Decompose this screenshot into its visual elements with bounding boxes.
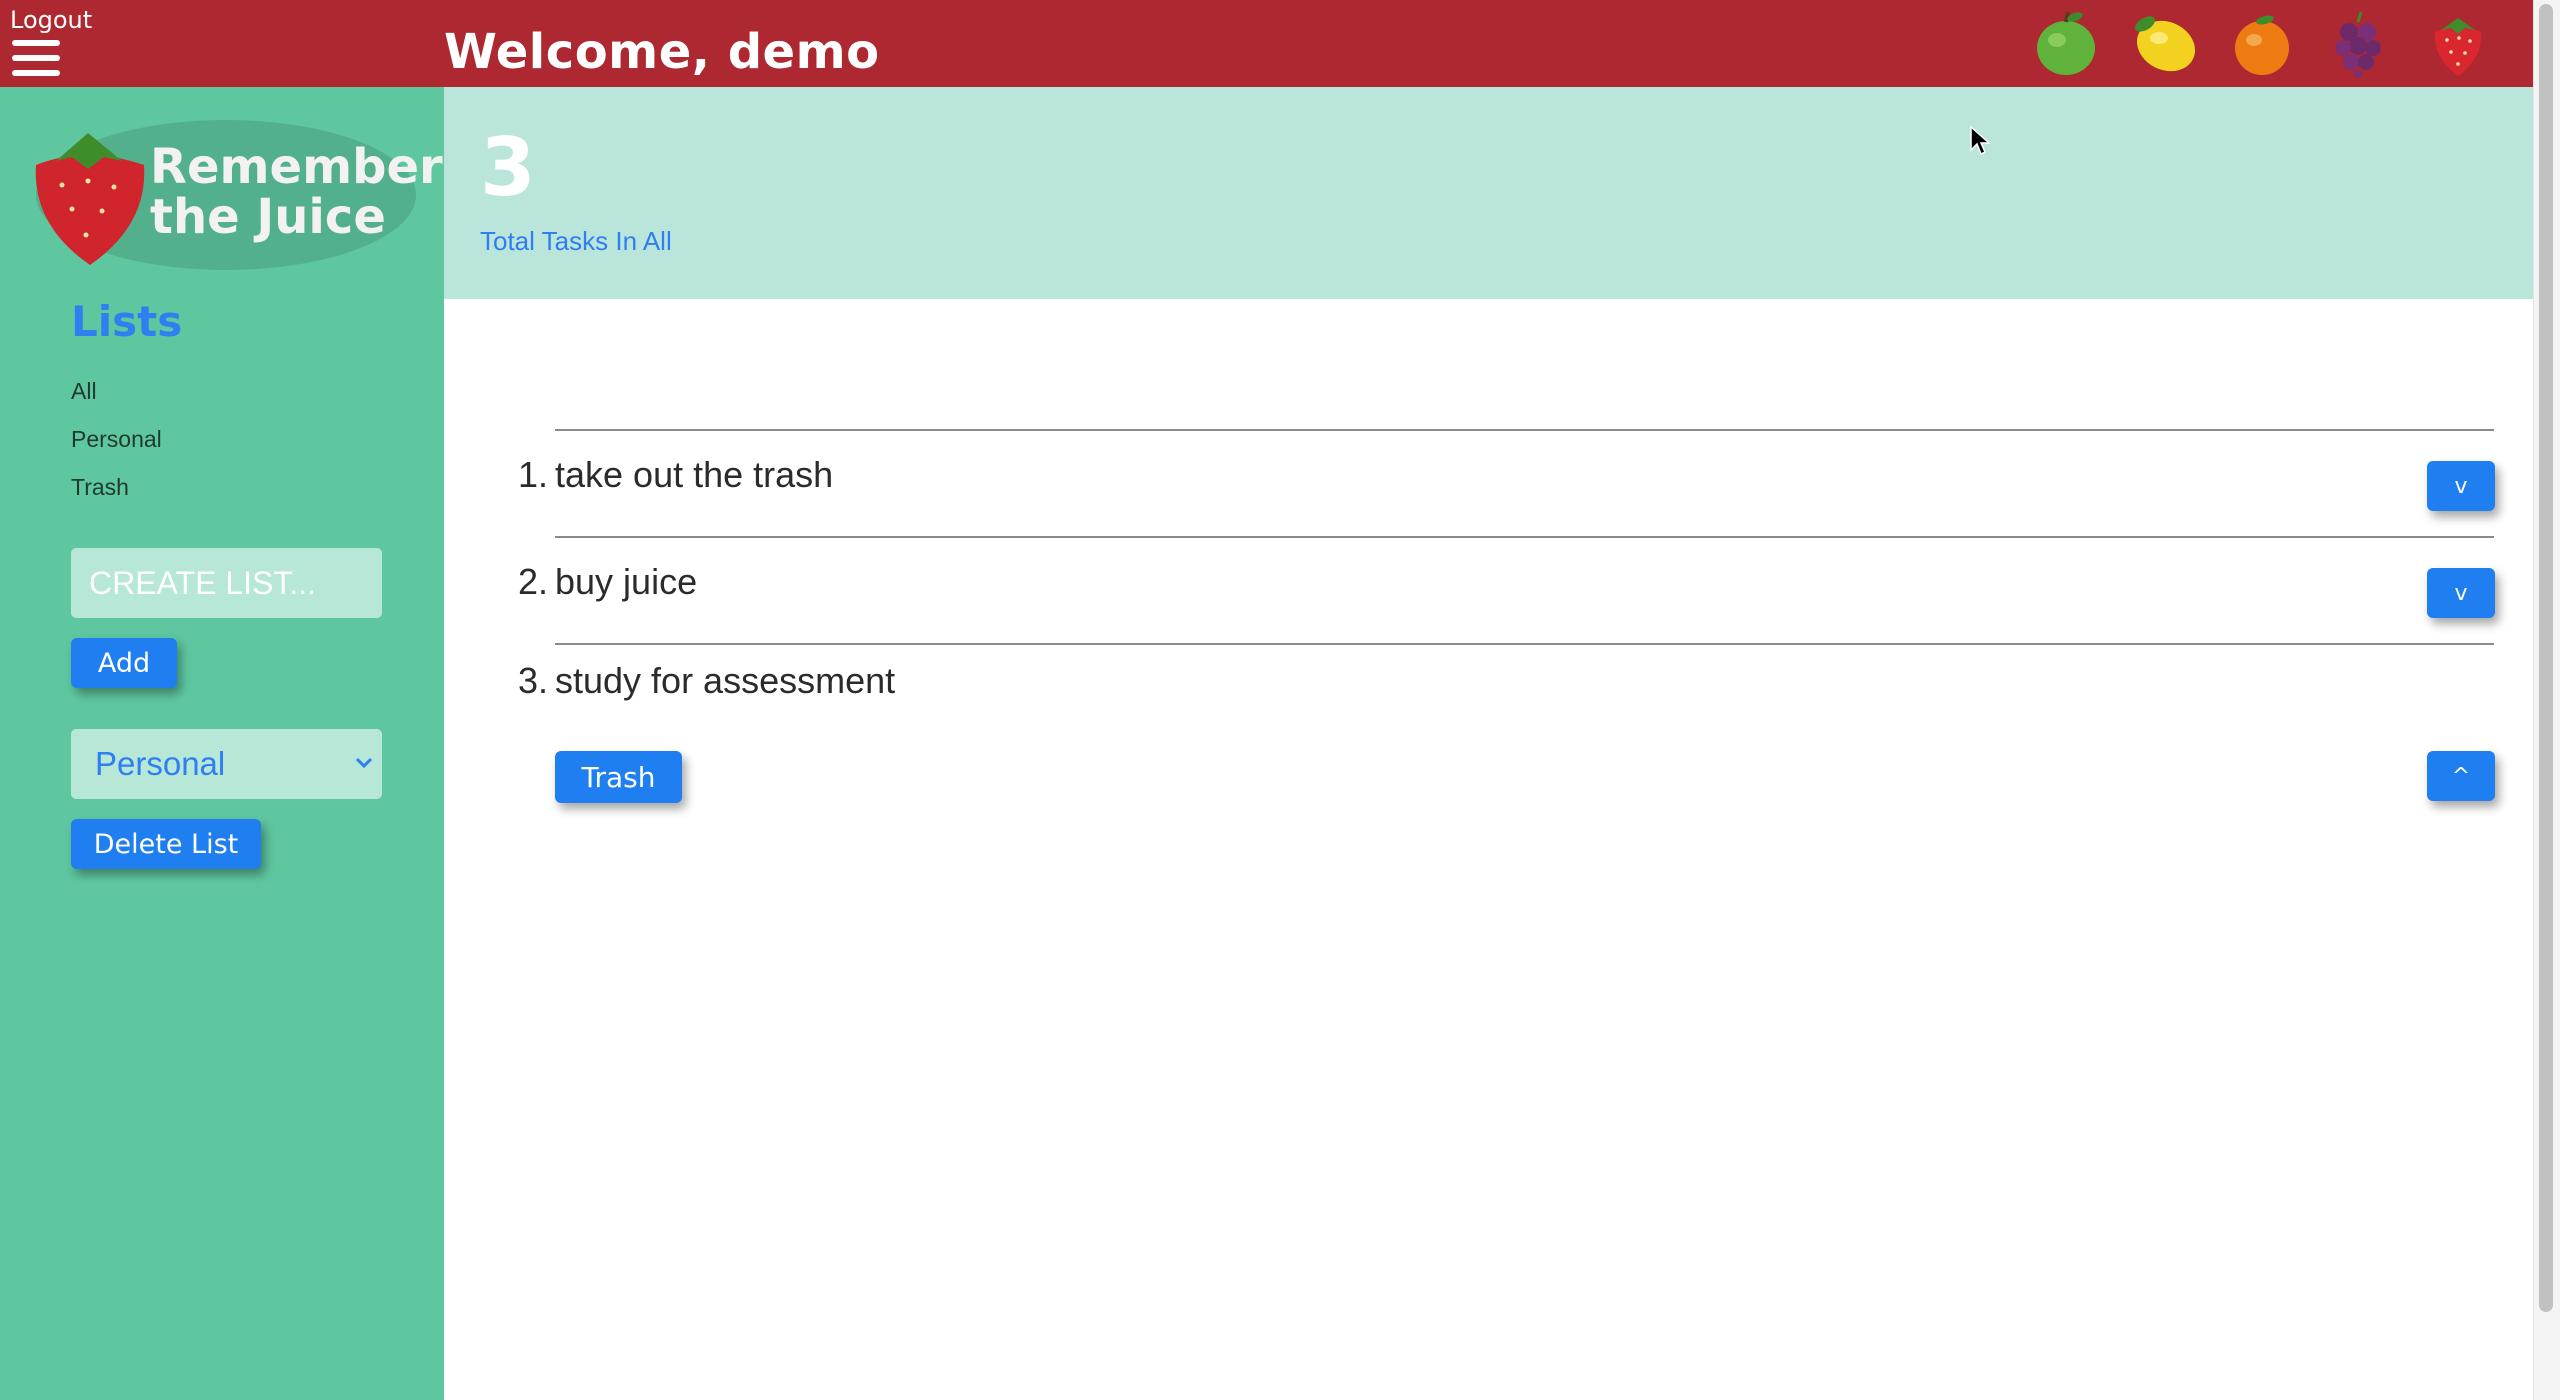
list-item-trash[interactable]: Trash [71, 474, 129, 501]
total-task-label: Total Tasks In All [480, 226, 672, 256]
trash-task-button[interactable]: Trash [555, 751, 682, 803]
mouse-cursor-icon [1970, 126, 1990, 156]
task-text: buy juice [555, 561, 698, 602]
delete-list-button[interactable]: Delete List [71, 819, 261, 869]
orange-icon [2235, 15, 2289, 75]
task-expand-button[interactable]: v [2427, 461, 2495, 511]
task-divider [555, 429, 2494, 431]
lists-heading: Lists [71, 297, 183, 346]
task-number: 3. [517, 660, 548, 701]
logo-text-line2: the Juice [150, 189, 386, 245]
logo-text-line1: Remember [150, 139, 443, 195]
task-divider [555, 643, 2494, 645]
chevron-down-icon [355, 757, 373, 769]
task-number: 1. [517, 454, 548, 495]
task-expand-button[interactable]: v [2427, 568, 2495, 618]
add-list-button[interactable]: Add [71, 638, 177, 688]
lemon-icon [2135, 16, 2196, 72]
logo-text: Remember the Juice [150, 142, 443, 242]
list-select-value: Personal [95, 745, 226, 782]
stats-banner [444, 87, 2533, 299]
task-text: study for assessment [555, 660, 896, 701]
create-list-input[interactable] [71, 548, 382, 618]
total-task-count: 3 [480, 121, 536, 214]
list-item-personal[interactable]: Personal [71, 426, 162, 453]
grape-icon [2335, 11, 2381, 78]
hamburger-menu-icon[interactable] [12, 40, 60, 80]
fruit-icon-row [2031, 8, 2493, 78]
welcome-title: Welcome, demo [444, 24, 880, 80]
apple-icon [2037, 11, 2095, 75]
task-text: take out the trash [555, 454, 834, 495]
strawberry-icon [2434, 18, 2482, 76]
logout-link[interactable]: Logout [10, 6, 92, 34]
scrollbar-thumb[interactable] [2539, 4, 2553, 1312]
list-item-all[interactable]: All [71, 378, 97, 405]
task-divider [555, 536, 2494, 538]
list-select[interactable]: Personal [71, 729, 382, 799]
task-collapse-button[interactable]: ^ [2427, 751, 2495, 801]
sidebar: Remember the Juice Lists All Personal Tr… [0, 87, 444, 1400]
task-number: 2. [517, 561, 548, 602]
top-header: Logout Welcome, demo [0, 0, 2533, 87]
